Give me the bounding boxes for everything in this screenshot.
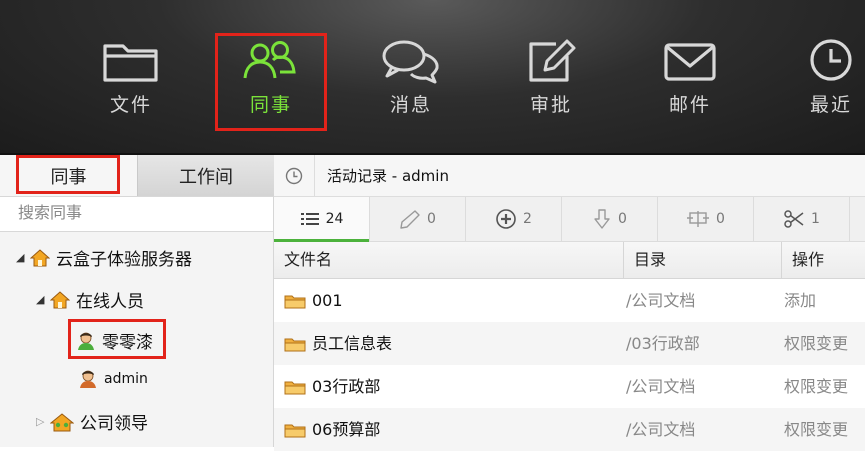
tree-node-online[interactable]: ◢ 在线人员	[36, 287, 144, 312]
house-group-icon	[50, 412, 74, 431]
filter-tab-download[interactable]: 0	[562, 197, 658, 241]
table-row[interactable]: 03行政部 /公司文档 权限变更	[274, 365, 865, 408]
search-input[interactable]	[0, 197, 258, 227]
colleagues-highlight-box	[215, 33, 327, 131]
file-operation: 权限变更	[784, 420, 849, 439]
sidebar: 同事 工作间 ◢ 云盒子体验服务器 ◢ 在线人员 零零漆	[0, 155, 274, 447]
tree-server-label: 云盒子体验服务器	[56, 250, 192, 270]
table-header: 文件名 目录 操作	[274, 242, 865, 279]
edit-icon	[529, 39, 576, 82]
filter-count: 0	[427, 211, 436, 227]
pencil-icon	[400, 210, 420, 229]
mail-icon	[664, 43, 716, 81]
filter-tab-cut[interactable]: 1	[754, 197, 850, 241]
tree-user-admin[interactable]: admin	[78, 369, 148, 389]
toolbar-messages-button[interactable]: 消息	[366, 38, 456, 128]
filter-tab-all[interactable]: 24	[274, 197, 370, 242]
filter-count: 24	[325, 211, 344, 227]
top-toolbar: 文件 同事 消息 审批 邮件 最近	[0, 0, 865, 155]
folder-icon	[284, 381, 306, 394]
filter-tab-move[interactable]: 0	[658, 197, 754, 241]
history-clock-icon[interactable]	[274, 155, 315, 196]
filter-tab-edit[interactable]: 0	[370, 197, 466, 241]
tree-node-leaders[interactable]: ▷ 公司领导	[36, 409, 148, 434]
tree-node-server[interactable]: ◢ 云盒子体验服务器	[16, 245, 192, 270]
tab-workspace[interactable]: 工作间	[137, 155, 274, 196]
folder-icon	[284, 295, 306, 308]
filter-count: 0	[618, 211, 627, 227]
tree-group-label: 公司领导	[80, 414, 148, 434]
toolbar-approval-label: 审批	[529, 94, 572, 116]
expanded-triangle-icon[interactable]: ◢	[36, 293, 50, 306]
file-name-cell: 员工信息表	[284, 322, 392, 365]
toolbar-mail-label: 邮件	[668, 94, 711, 116]
table-row[interactable]: 员工信息表 /03行政部 权限变更	[274, 322, 865, 365]
user-offline-icon	[80, 370, 96, 388]
activity-header: 活动记录 - admin	[274, 155, 865, 197]
list-icon	[300, 213, 319, 225]
move-icon	[687, 211, 710, 227]
toolbar-recent-button[interactable]: 最近	[786, 38, 865, 128]
file-name-cell: 03行政部	[284, 365, 380, 408]
tree-user-label: admin	[104, 371, 148, 387]
file-directory: /03行政部	[626, 334, 700, 353]
file-name: 001	[312, 291, 343, 310]
house-icon	[50, 290, 70, 308]
filter-count: 1	[811, 211, 820, 227]
table-row[interactable]: 001 /公司文档 添加	[274, 279, 865, 322]
user-highlight-box	[68, 319, 166, 359]
download-icon	[594, 209, 610, 229]
folder-icon	[284, 424, 306, 437]
table-row[interactable]: 06预算部 /公司文档 权限变更	[274, 408, 865, 451]
file-operation: 权限变更	[784, 334, 849, 353]
file-name-cell: 06预算部	[284, 408, 380, 451]
folder-icon	[103, 44, 158, 82]
toolbar-messages-label: 消息	[389, 94, 432, 116]
file-name-cell: 001	[284, 279, 343, 322]
clock-icon	[810, 39, 852, 81]
toolbar-files-button[interactable]: 文件	[86, 38, 176, 128]
chat-bubbles-icon	[382, 40, 439, 84]
expanded-triangle-icon[interactable]: ◢	[16, 251, 30, 264]
folder-icon	[284, 338, 306, 351]
file-operation: 添加	[784, 291, 817, 310]
activity-filter-tabs: 24 0 2 0 0 1	[274, 197, 865, 242]
column-header-operation[interactable]: 操作	[782, 242, 865, 278]
file-name: 员工信息表	[312, 334, 393, 353]
tab-workspace-label: 工作间	[179, 166, 233, 188]
scissors-icon	[784, 210, 804, 228]
column-header-filename[interactable]: 文件名	[274, 242, 624, 278]
column-header-directory[interactable]: 目录	[624, 242, 782, 278]
filter-count: 0	[716, 211, 725, 227]
colleagues-tab-highlight-box	[16, 155, 120, 194]
search-bar	[0, 196, 273, 232]
house-icon	[30, 248, 50, 266]
file-name: 03行政部	[312, 377, 381, 396]
filter-tab-add[interactable]: 2	[466, 197, 562, 241]
file-name: 06预算部	[312, 420, 381, 439]
filter-count: 2	[523, 211, 532, 227]
toolbar-recent-label: 最近	[809, 94, 852, 116]
toolbar-approval-button[interactable]: 审批	[506, 38, 596, 128]
tree-online-label: 在线人员	[76, 292, 144, 312]
file-directory: /公司文档	[626, 291, 696, 310]
file-operation: 权限变更	[784, 377, 849, 396]
plus-circle-icon	[496, 209, 516, 229]
file-directory: /公司文档	[626, 377, 696, 396]
collapsed-triangle-icon[interactable]: ▷	[36, 415, 50, 428]
toolbar-files-label: 文件	[109, 94, 152, 116]
toolbar-mail-button[interactable]: 邮件	[645, 38, 735, 128]
activity-panel: 活动记录 - admin 24 0 2 0 0 1 文件名 目录 操作 001 …	[274, 155, 865, 451]
file-directory: /公司文档	[626, 420, 696, 439]
activity-title: 活动记录 - admin	[327, 167, 449, 185]
